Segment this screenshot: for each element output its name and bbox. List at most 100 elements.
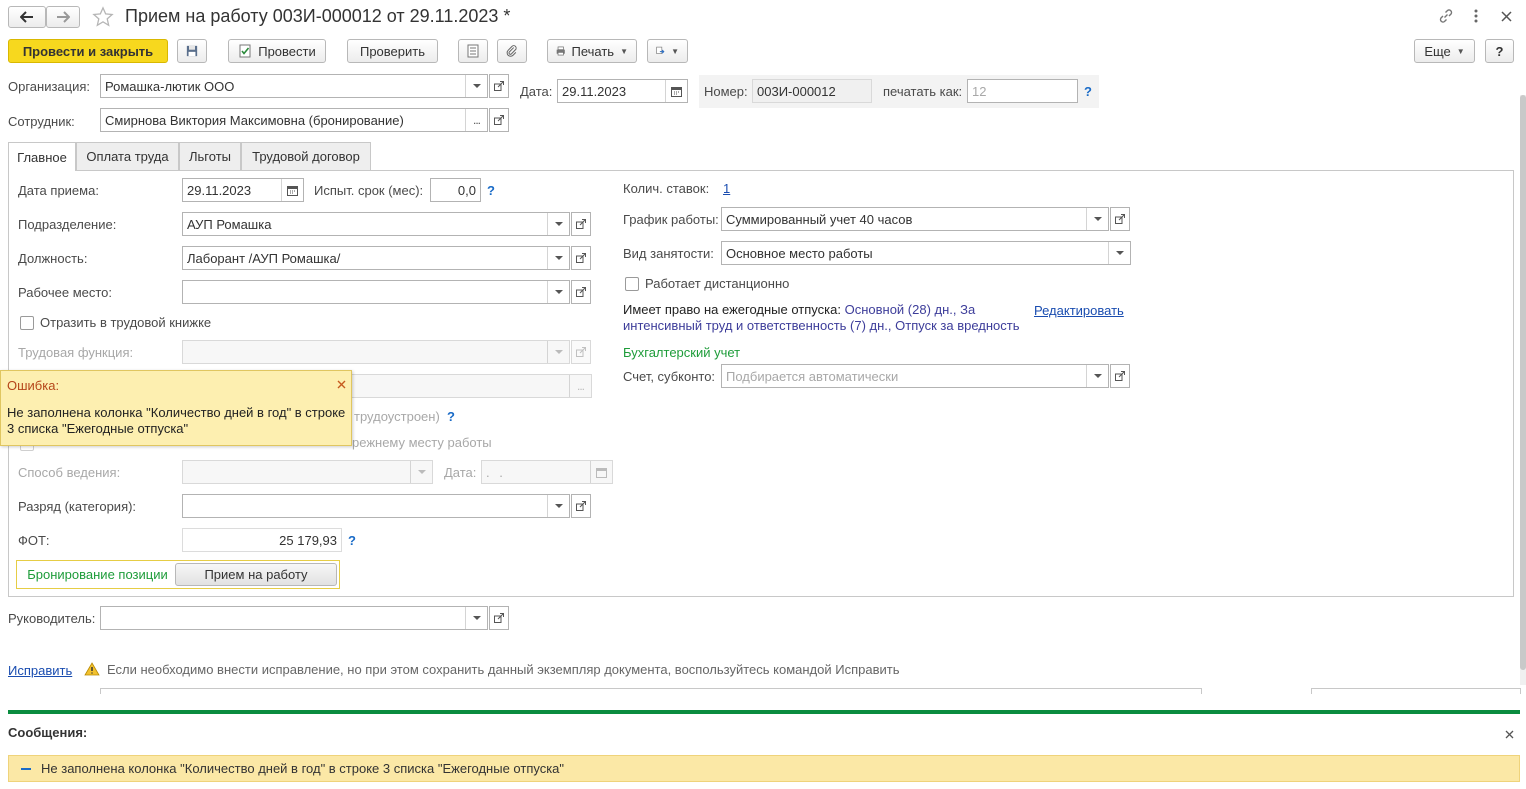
- employee-field[interactable]: Смирнова Виктория Максимовна (бронирован…: [100, 108, 488, 132]
- dropdown-arrow-icon[interactable]: [547, 341, 569, 363]
- dropdown-arrow-icon[interactable]: [1108, 242, 1130, 264]
- method-field[interactable]: [182, 460, 433, 484]
- calendar-icon[interactable]: [665, 80, 687, 102]
- tab-labor-contract[interactable]: Трудовой договор: [241, 142, 371, 170]
- vacation-info: Имеет право на ежегодные отпуска: Основн…: [623, 302, 1023, 334]
- employment-field[interactable]: Основное место работы: [721, 241, 1131, 265]
- select-ellipsis-icon[interactable]: ...: [569, 375, 591, 397]
- forward-button[interactable]: [46, 6, 80, 28]
- post-button[interactable]: Провести: [228, 39, 326, 63]
- tab-benefits[interactable]: Льготы: [179, 142, 241, 170]
- attach-button[interactable]: [497, 39, 527, 63]
- dash-icon: [21, 767, 31, 770]
- open-account-button[interactable]: [1110, 364, 1130, 388]
- rates-link[interactable]: 1: [723, 181, 730, 196]
- more-button-label: Еще: [1424, 43, 1451, 59]
- open-position-button[interactable]: [571, 246, 591, 270]
- schedule-field[interactable]: Суммированный учет 40 часов: [721, 207, 1109, 231]
- fix-link[interactable]: Исправить: [8, 663, 72, 678]
- messages-title: Сообщения:: [8, 725, 88, 740]
- dropdown-arrow-icon[interactable]: [1086, 365, 1108, 387]
- workbook-checkbox[interactable]: [20, 316, 34, 330]
- dropdown-arrow-icon[interactable]: [465, 75, 487, 97]
- tab-payment[interactable]: Оплата труда: [76, 142, 179, 170]
- department-field[interactable]: АУП Ромашка: [182, 212, 570, 236]
- employed-help-icon[interactable]: ?: [447, 409, 455, 424]
- tab-main[interactable]: Главное: [8, 142, 76, 171]
- probation-value: 0,0: [457, 182, 476, 198]
- document-list-button[interactable]: [458, 39, 488, 63]
- star-icon[interactable]: [91, 5, 115, 29]
- fot-field[interactable]: 25 179,93: [182, 528, 342, 552]
- calendar-icon[interactable]: [281, 179, 303, 201]
- probation-help-icon[interactable]: ?: [487, 183, 495, 198]
- open-workplace-button[interactable]: [571, 280, 591, 304]
- calendar-icon[interactable]: [590, 461, 612, 483]
- dropdown-arrow-icon[interactable]: [547, 247, 569, 269]
- open-manager-button[interactable]: [489, 606, 509, 630]
- partial-field-right[interactable]: [1311, 688, 1521, 694]
- select-ellipsis-icon[interactable]: ...: [465, 109, 487, 131]
- link-icon[interactable]: [1437, 7, 1455, 25]
- labor-function-field[interactable]: [182, 340, 570, 364]
- check-button[interactable]: Проверить: [347, 39, 438, 63]
- print-as-field[interactable]: 12: [967, 79, 1078, 103]
- partial-field-left[interactable]: [100, 688, 1202, 694]
- number-field[interactable]: 003И-000012: [752, 79, 872, 103]
- close-icon[interactable]: [334, 377, 348, 391]
- print-button[interactable]: Печать ▼: [547, 39, 637, 63]
- method-date-field[interactable]: . .: [481, 460, 613, 484]
- save-button[interactable]: [177, 39, 207, 63]
- probation-field[interactable]: 0,0: [430, 178, 481, 202]
- open-employee-button[interactable]: [489, 108, 509, 132]
- employment-value: Основное место работы: [726, 245, 873, 261]
- dropdown-arrow-icon[interactable]: [547, 281, 569, 303]
- remote-checkbox[interactable]: [625, 277, 639, 291]
- date-field[interactable]: 29.11.2023: [557, 79, 688, 103]
- edit-vacations-link[interactable]: Редактировать: [1034, 303, 1124, 318]
- hire-date-field[interactable]: 29.11.2023: [182, 178, 304, 202]
- workplace-label: Рабочее место:: [18, 285, 113, 300]
- open-grade-button[interactable]: [571, 494, 591, 518]
- hire-date-value: 29.11.2023: [187, 182, 252, 198]
- workplace-field[interactable]: [182, 280, 570, 304]
- chevron-down-icon: ▼: [671, 46, 679, 56]
- fot-help-icon[interactable]: ?: [348, 533, 356, 548]
- dropdown-arrow-icon[interactable]: [547, 213, 569, 235]
- organization-field[interactable]: Ромашка-лютик ООО: [100, 74, 488, 98]
- fix-text: Если необходимо внести исправление, но п…: [107, 662, 900, 677]
- hire-button[interactable]: Прием на работу: [175, 563, 337, 586]
- position-label: Должность:: [18, 251, 88, 266]
- dropdown-arrow-icon[interactable]: [410, 461, 432, 483]
- more-button[interactable]: Еще ▼: [1414, 39, 1475, 63]
- open-icon: [494, 115, 504, 125]
- open-labor-function-button[interactable]: [571, 340, 591, 364]
- method-date-value: . .: [486, 464, 506, 480]
- open-department-button[interactable]: [571, 212, 591, 236]
- open-schedule-button[interactable]: [1110, 207, 1130, 231]
- vertical-scrollbar[interactable]: [1520, 95, 1526, 685]
- scrollbar-thumb[interactable]: [1520, 95, 1526, 670]
- help-button[interactable]: ?: [1485, 39, 1514, 63]
- open-organization-button[interactable]: [489, 74, 509, 98]
- rates-label: Колич. ставок:: [623, 181, 710, 196]
- grade-field[interactable]: [182, 494, 570, 518]
- kebab-menu-icon[interactable]: [1468, 7, 1484, 25]
- organization-label: Организация:: [8, 79, 91, 94]
- create-based-on-button[interactable]: ▼: [647, 39, 688, 63]
- close-window-icon[interactable]: [1497, 7, 1515, 25]
- reserve-position-button[interactable]: Бронирование позиции: [20, 563, 175, 586]
- back-button[interactable]: [8, 6, 46, 28]
- position-field[interactable]: Лаборант /АУП Ромашка/: [182, 246, 570, 270]
- manager-field[interactable]: [100, 606, 488, 630]
- list-icon: [467, 44, 479, 58]
- dropdown-arrow-icon[interactable]: [465, 607, 487, 629]
- dropdown-arrow-icon[interactable]: [1086, 208, 1108, 230]
- close-messages-icon[interactable]: [1502, 727, 1516, 741]
- print-as-help-icon[interactable]: ?: [1084, 84, 1092, 99]
- post-and-close-button[interactable]: Провести и закрыть: [8, 39, 168, 63]
- message-item[interactable]: Не заполнена колонка "Количество дней в …: [8, 755, 1520, 782]
- account-field[interactable]: Подбирается автоматически: [721, 364, 1109, 388]
- dropdown-arrow-icon[interactable]: [547, 495, 569, 517]
- post-document-icon: [239, 44, 251, 58]
